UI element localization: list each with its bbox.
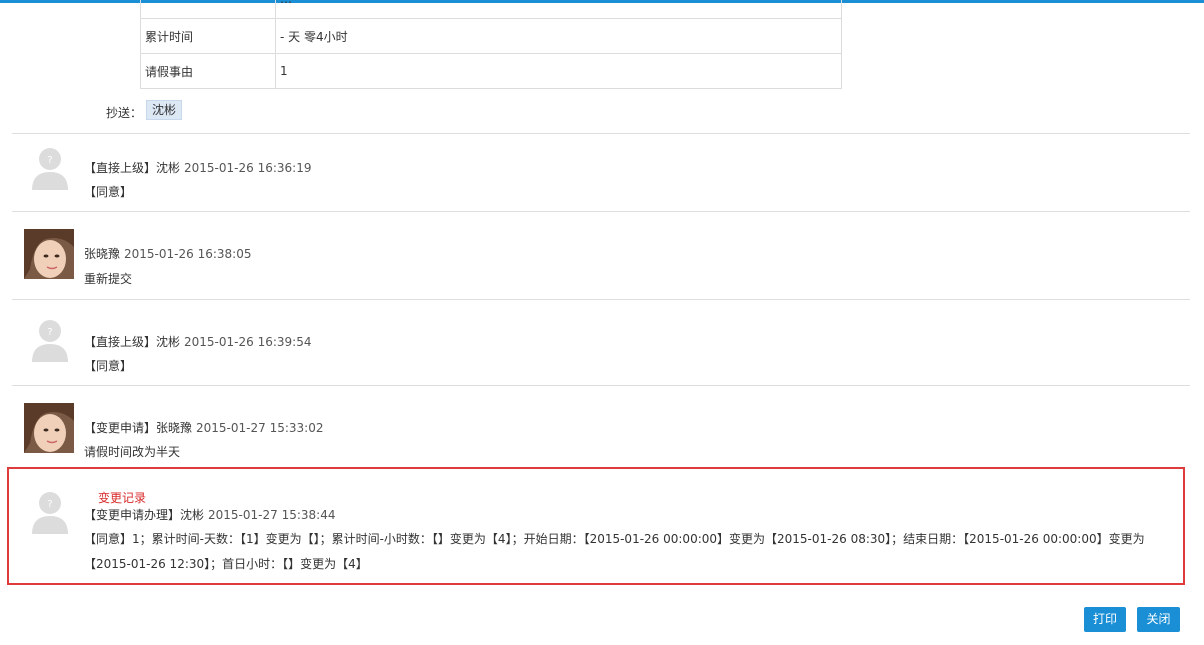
comment-author: 【变更申请】张晓豫 bbox=[84, 421, 193, 435]
comment-time: 2015-01-26 16:39:54 bbox=[184, 335, 312, 349]
row-label-total-time: 累计时间 bbox=[140, 18, 276, 54]
comment-author: 【直接上级】沈彬 bbox=[84, 161, 181, 175]
comment-item: ? 【直接上级】沈彬 2015-01-26 16:36:19 【同意】 bbox=[12, 133, 1190, 211]
table-row: 累计时间 - 天 零4小时 bbox=[140, 18, 842, 54]
comment-item: ? 【直接上级】沈彬 2015-01-26 16:39:54 【同意】 bbox=[12, 299, 1190, 385]
svg-text:?: ? bbox=[47, 499, 52, 510]
table-row: 请假事由 1 bbox=[140, 53, 842, 89]
comment-header: 【直接上级】沈彬 2015-01-26 16:36:19 bbox=[84, 159, 311, 176]
close-button[interactable]: 关闭 bbox=[1137, 607, 1180, 632]
svg-text:?: ? bbox=[47, 155, 52, 166]
svg-text:?: ? bbox=[47, 327, 52, 338]
comment-author: 【直接上级】沈彬 bbox=[84, 335, 181, 349]
row-value-total-time: - 天 零4小时 bbox=[275, 18, 842, 54]
comment-header: 【变更申请】张晓豫 2015-01-27 15:33:02 bbox=[84, 419, 323, 436]
table-row: … bbox=[140, 0, 842, 19]
comment-item: 【变更申请】张晓豫 2015-01-27 15:33:02 请假时间改为半天 bbox=[12, 385, 1190, 467]
user-photo-avatar bbox=[24, 229, 74, 279]
change-time: 2015-01-27 15:38:44 bbox=[208, 508, 336, 522]
default-avatar-icon: ? bbox=[30, 490, 80, 540]
comment-body: 请假时间改为半天 bbox=[84, 445, 181, 459]
table-cell: … bbox=[275, 0, 842, 19]
print-button[interactable]: 打印 bbox=[1084, 607, 1126, 632]
table-cell bbox=[140, 0, 276, 19]
cc-person-chip[interactable]: 沈彬 bbox=[146, 99, 183, 120]
comment-time: 2015-01-27 15:33:02 bbox=[196, 421, 324, 435]
change-header: 【变更申请办理】沈彬 2015-01-27 15:38:44 bbox=[84, 506, 335, 523]
default-avatar-icon: ? bbox=[30, 318, 80, 368]
default-avatar-icon: ? bbox=[30, 146, 80, 196]
change-record-label: 变更记录 bbox=[98, 491, 147, 505]
row-value-reason: 1 bbox=[275, 53, 842, 89]
row-label-reason: 请假事由 bbox=[140, 53, 276, 89]
comment-body: 【同意】 bbox=[84, 185, 133, 199]
comment-body: 重新提交 bbox=[84, 272, 133, 286]
user-photo-avatar bbox=[24, 403, 74, 453]
comment-header: 【直接上级】沈彬 2015-01-26 16:39:54 bbox=[84, 333, 311, 350]
change-author: 【变更申请办理】沈彬 bbox=[84, 508, 205, 522]
comment-header: 张晓豫 2015-01-26 16:38:05 bbox=[84, 245, 251, 262]
comment-item: 张晓豫 2015-01-26 16:38:05 重新提交 bbox=[12, 211, 1190, 299]
comment-author: 张晓豫 bbox=[84, 247, 121, 261]
truncated-row-text: … bbox=[280, 1, 292, 7]
comment-time: 2015-01-26 16:38:05 bbox=[124, 247, 252, 261]
comment-time: 2015-01-26 16:36:19 bbox=[184, 161, 312, 175]
change-details: 【同意】1；累计时间-天数：【1】变更为【】；累计时间-小时数：【】变更为【4】… bbox=[84, 532, 1145, 571]
cc-label: 抄送： bbox=[106, 106, 143, 120]
cc-section: 抄送： 沈彬 bbox=[106, 98, 183, 121]
comment-body: 【同意】 bbox=[84, 359, 133, 373]
leave-detail-table: … 累计时间 - 天 零4小时 请假事由 1 bbox=[140, 0, 842, 89]
